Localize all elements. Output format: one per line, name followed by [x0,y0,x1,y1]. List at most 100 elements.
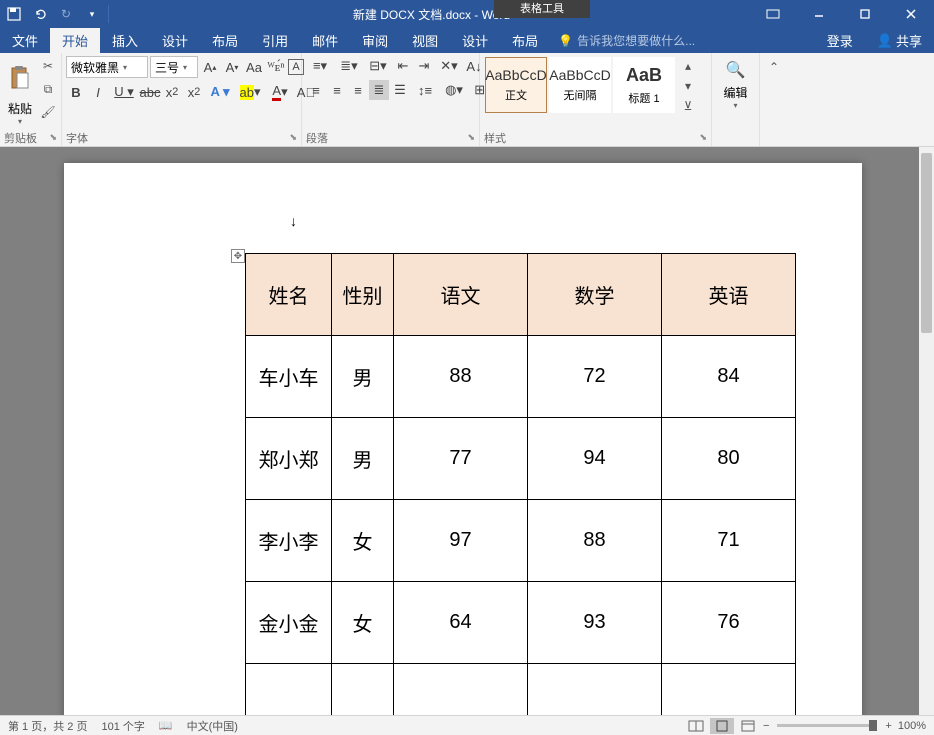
phonetic-guide-icon[interactable]: ᵂᴇ́ⁿ [266,57,286,77]
table-row[interactable] [246,664,796,716]
format-painter-icon[interactable]: 🖌 [38,102,58,122]
header-english[interactable]: 英语 [662,254,796,336]
cell[interactable]: 76 [662,582,796,664]
header-math[interactable]: 数学 [528,254,662,336]
table-move-handle-icon[interactable]: ✥ [231,249,245,263]
italic-icon[interactable]: I [88,82,108,102]
numbering-icon[interactable]: ≣▾ [335,56,363,76]
spell-check-icon[interactable]: 📖 [159,719,173,732]
tab-view[interactable]: 视图 [400,28,450,53]
cell[interactable] [246,664,332,716]
cell[interactable]: 金小金 [246,582,332,664]
font-color-icon[interactable]: A▾ [266,82,294,102]
cell[interactable]: 72 [528,336,662,418]
scrollbar-thumb[interactable] [921,153,932,333]
align-left-icon[interactable]: ≡ [306,80,326,100]
table-row[interactable]: 金小金 女 64 93 76 [246,582,796,664]
cell[interactable]: 77 [394,418,528,500]
bullets-icon[interactable]: ≡▾ [306,56,334,76]
cell[interactable]: 84 [662,336,796,418]
header-chinese[interactable]: 语文 [394,254,528,336]
header-gender[interactable]: 性别 [332,254,394,336]
tab-mailings[interactable]: 邮件 [300,28,350,53]
align-justify-icon[interactable]: ≣ [369,80,389,100]
print-layout-icon[interactable] [710,718,734,734]
redo-icon[interactable]: ↻ [54,2,78,26]
cell[interactable]: 94 [528,418,662,500]
cell[interactable]: 80 [662,418,796,500]
cell[interactable]: 64 [394,582,528,664]
header-name[interactable]: 姓名 [246,254,332,336]
login-button[interactable]: 登录 [815,28,865,53]
page[interactable]: ↓ ✥ 姓名 性别 语文 数学 英语 车小车 男 88 72 84 郑小郑 男 … [64,163,862,715]
paste-dropdown-icon[interactable]: ▾ [18,117,22,126]
paragraph-dialog-launcher-icon[interactable]: ⬊ [467,132,475,143]
page-number-status[interactable]: 第 1 页，共 2 页 [8,718,87,734]
zoom-slider[interactable] [777,724,877,727]
align-distributed-icon[interactable]: ☰ [390,80,410,100]
read-mode-icon[interactable] [684,718,708,734]
share-button[interactable]: 👤共享 [865,28,934,53]
font-size-combo[interactable]: 三号▾ [150,56,198,78]
tab-design[interactable]: 设计 [150,28,200,53]
highlight-icon[interactable]: ab▾ [236,82,264,102]
maximize-icon[interactable] [842,0,888,28]
cell[interactable]: 97 [394,500,528,582]
style-no-spacing[interactable]: AaBbCcD 无间隔 [549,57,611,113]
superscript-icon[interactable]: x2 [184,82,204,102]
table-row[interactable]: 郑小郑 男 77 94 80 [246,418,796,500]
strike-icon[interactable]: abc [140,82,160,102]
increase-indent-icon[interactable]: ⇥ [414,56,434,76]
change-case-icon[interactable]: Aa [244,57,264,77]
grow-font-icon[interactable]: A▴ [200,57,220,77]
cell[interactable]: 女 [332,500,394,582]
align-right-icon[interactable]: ≡ [348,80,368,100]
styles-scroll-up-icon[interactable]: ▴ [678,56,698,76]
tab-table-layout[interactable]: 布局 [500,28,550,53]
cell[interactable]: 李小李 [246,500,332,582]
clipboard-dialog-launcher-icon[interactable]: ⬊ [49,132,57,143]
font-dialog-launcher-icon[interactable]: ⬊ [289,132,297,143]
cell[interactable]: 郑小郑 [246,418,332,500]
cell[interactable]: 车小车 [246,336,332,418]
zoom-level[interactable]: 100% [898,720,926,732]
tab-references[interactable]: 引用 [250,28,300,53]
tab-layout[interactable]: 布局 [200,28,250,53]
line-spacing-icon[interactable]: ↕≡ [411,80,439,100]
cell[interactable]: 男 [332,336,394,418]
table-header-row[interactable]: 姓名 性别 语文 数学 英语 [246,254,796,336]
zoom-in-icon[interactable]: + [885,720,891,732]
style-heading1[interactable]: AaB 标题 1 [613,57,675,113]
bold-icon[interactable]: B [66,82,86,102]
document-table[interactable]: 姓名 性别 语文 数学 英语 车小车 男 88 72 84 郑小郑 男 77 9… [245,253,796,715]
copy-icon[interactable]: ⧉ [38,79,58,99]
collapse-ribbon-icon[interactable]: ⌃ [764,57,784,77]
font-name-combo[interactable]: 微软雅黑▾ [66,56,148,78]
zoom-out-icon[interactable]: − [763,720,769,732]
minimize-icon[interactable] [796,0,842,28]
styles-dialog-launcher-icon[interactable]: ⬊ [699,132,707,143]
qat-customize-icon[interactable]: ▾ [80,2,104,26]
cell[interactable]: 88 [528,500,662,582]
align-center-icon[interactable]: ≡ [327,80,347,100]
cell[interactable]: 71 [662,500,796,582]
subscript-icon[interactable]: x2 [162,82,182,102]
asian-layout-icon[interactable]: ✕▾ [435,56,463,76]
vertical-scrollbar[interactable] [919,147,934,715]
cut-icon[interactable]: ✂ [38,56,58,76]
paste-button[interactable] [4,56,36,100]
cell[interactable] [332,664,394,716]
ribbon-display-icon[interactable] [750,0,796,28]
tab-table-design[interactable]: 设计 [450,28,500,53]
shrink-font-icon[interactable]: A▾ [222,57,242,77]
shading-icon[interactable]: ◍▾ [440,80,468,100]
tell-me-search[interactable]: 💡告诉我您想要做什么... [558,32,695,49]
cell[interactable]: 男 [332,418,394,500]
cell[interactable] [662,664,796,716]
styles-expand-icon[interactable]: ⊻ [678,96,698,116]
text-effects-icon[interactable]: A ▾ [206,82,234,102]
close-icon[interactable] [888,0,934,28]
style-normal[interactable]: AaBbCcD 正文 [485,57,547,113]
table-row[interactable]: 李小李 女 97 88 71 [246,500,796,582]
undo-icon[interactable] [28,2,52,26]
